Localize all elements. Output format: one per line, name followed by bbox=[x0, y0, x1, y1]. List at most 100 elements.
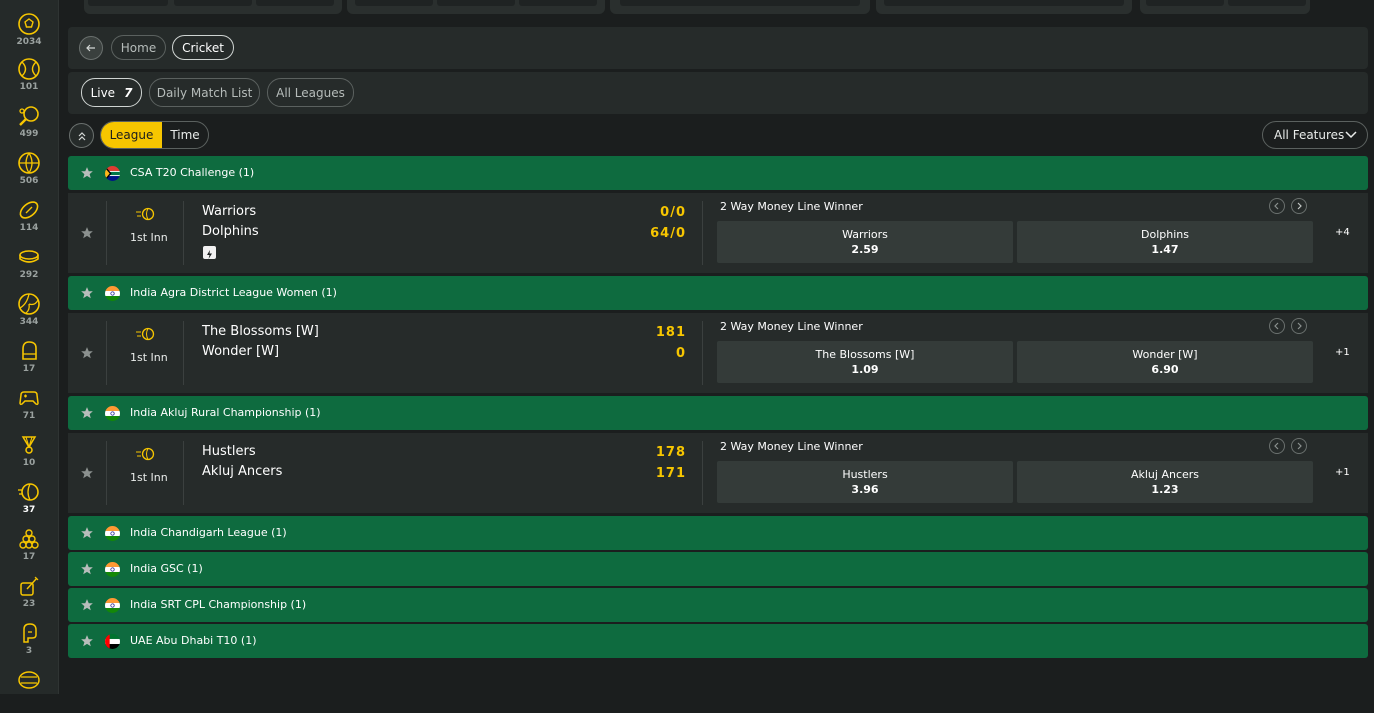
odds-button[interactable]: Hustlers 3.96 bbox=[717, 461, 1013, 503]
tab-live[interactable]: Live 7 bbox=[81, 78, 142, 107]
odds-name: The Blossoms [W] bbox=[815, 348, 915, 361]
tab-live-count: 7 bbox=[124, 85, 133, 100]
match-row[interactable]: 1st Inn Warriors Dolphins 0/0 64/0 2 Way… bbox=[68, 193, 1368, 273]
sort-by-league[interactable]: League bbox=[101, 122, 162, 148]
top-market-stub[interactable] bbox=[1140, 0, 1310, 14]
favorite-star-icon[interactable] bbox=[80, 226, 94, 240]
market-next-button[interactable] bbox=[1291, 198, 1307, 214]
odds-value: 1.09 bbox=[851, 363, 879, 376]
favorite-star-icon[interactable] bbox=[80, 562, 94, 576]
india-flag-icon bbox=[105, 562, 120, 577]
sport-count: 292 bbox=[19, 270, 39, 280]
cricket-ball-icon bbox=[18, 483, 39, 501]
sidebar-sport-volleyball[interactable]: 344 bbox=[0, 290, 58, 337]
sort-by-time[interactable]: Time bbox=[162, 122, 208, 148]
favorite-star-icon[interactable] bbox=[80, 634, 94, 648]
league-header[interactable]: India SRT CPL Championship (1) bbox=[68, 588, 1368, 622]
collapse-all-button[interactable] bbox=[69, 123, 94, 148]
favorite-star-icon[interactable] bbox=[80, 598, 94, 612]
league-name: CSA T20 Challenge (1) bbox=[130, 166, 255, 179]
market-prev-button[interactable] bbox=[1269, 438, 1285, 454]
chevron-left-icon bbox=[1274, 322, 1279, 330]
favorite-star-icon[interactable] bbox=[80, 166, 94, 180]
top-market-stub[interactable] bbox=[347, 0, 605, 14]
sidebar-sport-soccer[interactable]: 2034 bbox=[0, 10, 58, 57]
sport-count: 499 bbox=[19, 129, 39, 139]
badminton-shuttlecock-icon bbox=[21, 436, 37, 454]
sidebar-sport-cricket[interactable]: 37 bbox=[0, 478, 58, 525]
league-name: India Chandigarh League (1) bbox=[130, 526, 287, 539]
sport-count: 37 bbox=[22, 505, 36, 515]
sport-count: 23 bbox=[22, 599, 36, 609]
american-football-icon bbox=[19, 201, 39, 219]
favorite-star-icon[interactable] bbox=[80, 346, 94, 360]
favorite-star-icon[interactable] bbox=[80, 526, 94, 540]
odds-button[interactable]: Akluj Ancers 1.23 bbox=[1017, 461, 1313, 503]
league-header[interactable]: UAE Abu Dhabi T10 (1) bbox=[68, 624, 1368, 658]
tab-daily-match-list[interactable]: Daily Match List bbox=[149, 78, 260, 107]
favorite-star-icon[interactable] bbox=[80, 406, 94, 420]
score-home: 178 bbox=[655, 445, 686, 460]
sidebar-sport-tennis[interactable]: 101 bbox=[0, 55, 58, 102]
sidebar-sport-mma[interactable]: 17 bbox=[0, 337, 58, 384]
sidebar-sport-table-tennis[interactable]: 499 bbox=[0, 102, 58, 149]
chevron-right-icon bbox=[1297, 442, 1302, 450]
favorite-star-icon[interactable] bbox=[80, 466, 94, 480]
sidebar-sport-handball[interactable] bbox=[0, 666, 58, 713]
favorite-star-icon[interactable] bbox=[80, 286, 94, 300]
sidebar-sport-basketball[interactable]: 506 bbox=[0, 149, 58, 196]
uae-flag-icon bbox=[105, 634, 120, 649]
tab-all-leagues[interactable]: All Leagues bbox=[267, 78, 354, 107]
league-header[interactable]: India Agra District League Women (1) bbox=[68, 276, 1368, 310]
odds-button[interactable]: Wonder [W] 6.90 bbox=[1017, 341, 1313, 383]
odds-button[interactable]: Warriors 2.59 bbox=[717, 221, 1013, 263]
match-row[interactable]: 1st Inn The Blossoms [W] Wonder [W] 181 … bbox=[68, 313, 1368, 393]
sidebar-sport-darts[interactable]: 23 bbox=[0, 572, 58, 619]
sidebar-sport-ice-hockey[interactable]: 292 bbox=[0, 243, 58, 290]
odds-name: Hustlers bbox=[842, 468, 888, 481]
all-features-dropdown[interactable]: All Features bbox=[1262, 121, 1368, 149]
market-next-button[interactable] bbox=[1291, 318, 1307, 334]
soccer-ball-icon bbox=[18, 13, 40, 35]
market-prev-button[interactable] bbox=[1269, 318, 1285, 334]
snooker-icon bbox=[19, 529, 39, 549]
league-header[interactable]: India Chandigarh League (1) bbox=[68, 516, 1368, 550]
market-title: 2 Way Money Line Winner bbox=[720, 440, 863, 453]
team-away: Dolphins bbox=[202, 224, 259, 239]
league-header[interactable]: India Akluj Rural Championship (1) bbox=[68, 396, 1368, 430]
sidebar-sport-boxing[interactable]: 3 bbox=[0, 619, 58, 666]
match-row[interactable]: 1st Inn Hustlers Akluj Ancers 178 171 2 … bbox=[68, 433, 1368, 513]
more-markets-link[interactable]: +1 bbox=[1335, 467, 1350, 478]
back-button[interactable] bbox=[79, 36, 103, 60]
breadcrumb-cricket[interactable]: Cricket bbox=[172, 35, 234, 60]
sidebar-sport-esports[interactable]: 71 bbox=[0, 384, 58, 431]
sidebar-sport-badminton[interactable]: 10 bbox=[0, 431, 58, 478]
top-market-stub[interactable] bbox=[876, 0, 1132, 14]
top-market-stub[interactable] bbox=[610, 0, 870, 14]
ice-hockey-icon bbox=[19, 250, 39, 263]
chevron-left-icon bbox=[1274, 442, 1279, 450]
market-title: 2 Way Money Line Winner bbox=[720, 320, 863, 333]
odds-button[interactable]: The Blossoms [W] 1.09 bbox=[717, 341, 1013, 383]
breadcrumb-home[interactable]: Home bbox=[111, 35, 166, 60]
league-header[interactable]: CSA T20 Challenge (1) bbox=[68, 156, 1368, 190]
market-next-button[interactable] bbox=[1291, 438, 1307, 454]
sport-count: 71 bbox=[22, 411, 36, 421]
basketball-icon bbox=[18, 152, 40, 174]
top-market-stub[interactable] bbox=[84, 0, 342, 14]
sports-sidebar: 2034 101 499 506 114 292 344 17 71 10 37 bbox=[0, 0, 59, 694]
cricket-ball-icon bbox=[136, 447, 155, 461]
sidebar-sport-snooker[interactable]: 17 bbox=[0, 525, 58, 572]
sport-count: 114 bbox=[19, 223, 39, 233]
more-markets-link[interactable]: +4 bbox=[1335, 227, 1350, 238]
india-flag-icon bbox=[105, 526, 120, 541]
market-prev-button[interactable] bbox=[1269, 198, 1285, 214]
breadcrumb: Home Cricket bbox=[68, 27, 1368, 69]
sidebar-sport-american-football[interactable]: 114 bbox=[0, 196, 58, 243]
chevron-right-icon bbox=[1297, 202, 1302, 210]
league-header[interactable]: India GSC (1) bbox=[68, 552, 1368, 586]
odds-button[interactable]: Dolphins 1.47 bbox=[1017, 221, 1313, 263]
handball-icon bbox=[18, 671, 40, 689]
more-markets-link[interactable]: +1 bbox=[1335, 347, 1350, 358]
lightning-icon bbox=[203, 246, 216, 259]
